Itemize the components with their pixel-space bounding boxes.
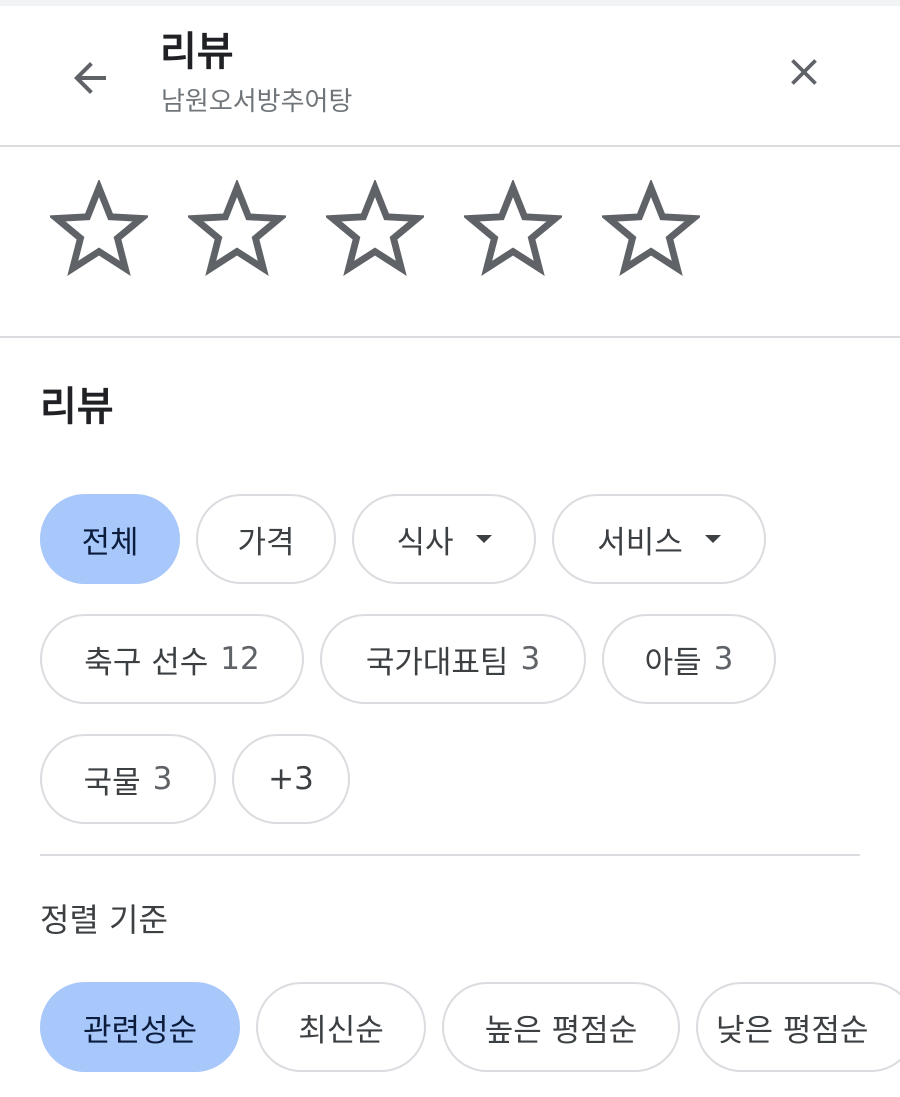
filter-chip-all[interactable]: 전체: [40, 494, 180, 584]
divider: [40, 854, 860, 856]
place-name: 남원오서방추어탕: [161, 87, 353, 117]
chip-count: 3: [152, 761, 173, 797]
topic-chip[interactable]: 국물 3: [40, 734, 216, 824]
topic-chip[interactable]: 국가대표팀 3: [320, 614, 586, 704]
sort-chip-newest[interactable]: 최신순: [256, 982, 426, 1072]
chip-label: 서비스: [597, 524, 683, 561]
chip-label: 국가대표팀: [365, 644, 509, 681]
close-button[interactable]: [774, 42, 834, 102]
chip-label: 축구 선수: [84, 644, 209, 681]
chip-count: 3: [713, 641, 734, 677]
chip-label: 최신순: [298, 1012, 384, 1049]
chip-label: 높은 평점순: [484, 1012, 638, 1049]
sort-label: 정렬 기준: [40, 901, 168, 939]
divider: [0, 336, 900, 338]
star-icon[interactable]: [188, 180, 286, 278]
caret-down-icon: [704, 535, 721, 543]
caret-down-icon: [475, 535, 492, 543]
topic-chip-row: 국물 3 +3: [40, 734, 350, 824]
review-page: 리뷰 남원오서방추어탕 리뷰 전체 가격 식사 서비스 축구 선수 12 국가대…: [0, 0, 900, 1097]
topic-chip[interactable]: 축구 선수 12: [40, 614, 304, 704]
chip-label: 가격: [237, 524, 295, 561]
chip-label: 관련성순: [82, 1012, 198, 1049]
chip-label: 아들: [644, 644, 702, 681]
sort-chip-lowest[interactable]: 낮은 평점순: [696, 982, 900, 1072]
chip-count: 3: [520, 641, 541, 677]
star-icon[interactable]: [326, 180, 424, 278]
chip-label: 전체: [81, 524, 139, 561]
chip-label: 식사: [396, 524, 454, 561]
sort-chip-row: 관련성순 최신순 높은 평점순 낮은 평점순: [40, 982, 900, 1072]
sort-chip-relevance[interactable]: 관련성순: [40, 982, 240, 1072]
reviews-heading: 리뷰: [40, 384, 114, 430]
page-title: 리뷰: [160, 29, 234, 75]
filter-chip-meal[interactable]: 식사: [352, 494, 536, 584]
sort-chip-highest[interactable]: 높은 평점순: [442, 982, 680, 1072]
filter-chip-row: 전체 가격 식사 서비스: [40, 494, 766, 584]
page-header: 리뷰 남원오서방추어탕: [0, 6, 900, 147]
filter-chip-price[interactable]: 가격: [196, 494, 336, 584]
filter-chip-service[interactable]: 서비스: [552, 494, 766, 584]
star-icon[interactable]: [50, 180, 148, 278]
close-icon: [791, 59, 817, 85]
more-topics-chip[interactable]: +3: [232, 734, 350, 824]
chip-label: +3: [268, 761, 314, 797]
star-icon[interactable]: [602, 180, 700, 278]
chip-label: 국물: [83, 764, 141, 801]
topic-chip-row: 축구 선수 12 국가대표팀 3 아들 3: [40, 614, 776, 704]
back-button[interactable]: [60, 48, 120, 108]
star-rating: [50, 180, 700, 290]
chip-label: 낮은 평점순: [716, 1012, 869, 1049]
topic-chip[interactable]: 아들 3: [602, 614, 776, 704]
chip-count: 12: [220, 641, 260, 677]
arrow-left-icon: [74, 62, 106, 94]
star-icon[interactable]: [464, 180, 562, 278]
